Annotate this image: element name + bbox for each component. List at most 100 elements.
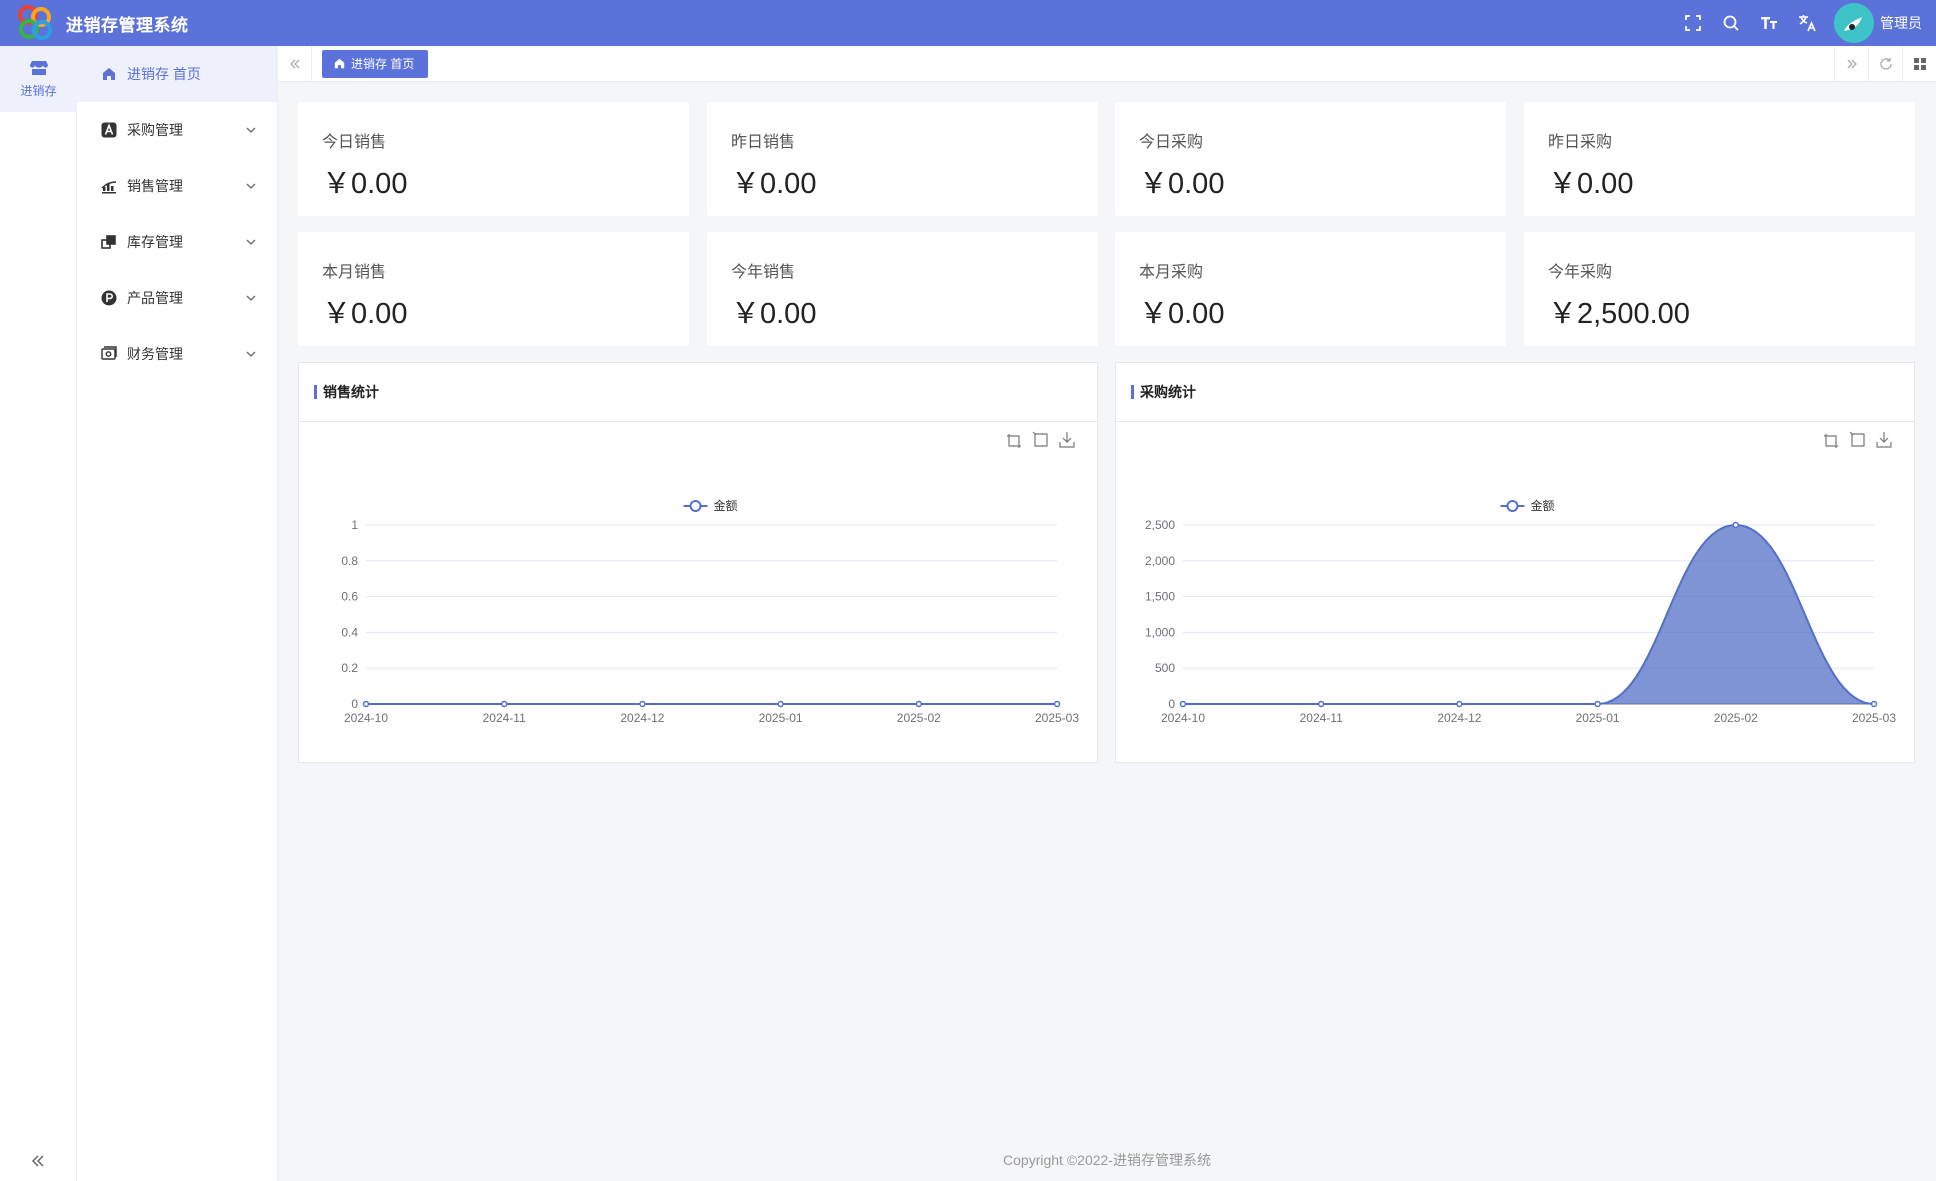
tab-home[interactable]: 进销存 首页 <box>322 49 429 78</box>
scroll-left-icon[interactable] <box>278 45 312 82</box>
menu-item-label: 销售管理 <box>127 178 183 194</box>
stat-value: ￥2,500.00 <box>1548 298 1690 330</box>
data-point <box>639 700 646 708</box>
y-tick-label: 2,000 <box>1145 554 1175 568</box>
panel-title: 采购统计 <box>1140 384 1196 400</box>
data-point <box>1594 700 1601 708</box>
translate-icon[interactable] <box>1796 12 1818 34</box>
purchase-icon <box>101 122 117 138</box>
tab-bar: 进销存 首页 <box>278 45 1936 82</box>
top-header: 进销存管理系统 管理员 <box>0 0 1936 46</box>
chart-toolbox <box>1007 431 1075 448</box>
purchase-chart-panel: 采购统计 金额 0 500 1,000 1,500 2,000 2,500 2024-10 20… <box>1115 362 1915 763</box>
y-tick-label: 1 <box>351 518 358 532</box>
menu-item-purchase[interactable]: 采购管理 <box>77 102 277 158</box>
stat-label: 本月销售 <box>322 264 387 281</box>
data-point <box>1317 700 1325 708</box>
stat-value: ￥0.00 <box>731 298 817 330</box>
menu-item-sales[interactable]: 销售管理 <box>77 158 277 214</box>
stat-label: 今日采购 <box>1139 134 1204 151</box>
collapse-icon[interactable] <box>28 1151 48 1171</box>
fullscreen-icon[interactable] <box>1682 12 1704 34</box>
chart-toolbox <box>1824 431 1892 448</box>
sales-chart[interactable]: 金额 0 0.2 0.4 0.6 0.8 1 2024-10 2024-11 2024-12 202… <box>299 423 1099 763</box>
side-menu: 进销存 首页 采购管理 销售管理 库存管理 产品管理 财务管理 <box>77 46 278 1181</box>
data-point <box>362 700 370 708</box>
stat-label: 今年销售 <box>731 264 796 281</box>
rail-item-jxc[interactable]: 进销存 <box>0 46 77 112</box>
avatar[interactable] <box>1834 3 1874 43</box>
x-tick-label: 2025-03 <box>1035 711 1079 725</box>
x-tick-label: 2024-10 <box>1161 711 1205 725</box>
menu-item-label: 产品管理 <box>127 290 183 306</box>
chart-legend: 金额 <box>1500 498 1555 513</box>
scroll-right-icon[interactable] <box>1834 46 1868 82</box>
panel-title: 销售统计 <box>323 384 379 400</box>
menu-item-label: 采购管理 <box>127 122 183 138</box>
stat-card-year-sales: 今年销售 ￥0.00 <box>707 232 1098 346</box>
data-point <box>1870 700 1878 708</box>
x-tick-label: 2025-02 <box>1714 711 1758 725</box>
search-icon[interactable] <box>1720 12 1742 34</box>
footer-copyright: Copyright ©2022-进销存管理系统 <box>1003 1152 1211 1168</box>
stat-value: ￥0.00 <box>322 168 408 200</box>
menu-item-label: 库存管理 <box>127 234 183 250</box>
refresh-icon[interactable] <box>1868 46 1902 82</box>
legend-label: 金额 <box>1531 498 1555 513</box>
zoom-reset-icon <box>1849 431 1865 447</box>
chevron-down-icon <box>246 351 256 357</box>
stat-card-today-purchase: 今日采购 ￥0.00 <box>1115 102 1506 216</box>
tab-label: 进销存 首页 <box>351 57 415 71</box>
title-accent-bar <box>314 385 317 399</box>
legend-label: 金额 <box>714 498 738 513</box>
y-tick-label: 500 <box>1155 661 1175 675</box>
x-tick-label: 2024-10 <box>344 711 388 725</box>
y-tick-label: 0 <box>351 697 358 711</box>
purchase-chart[interactable]: 金额 0 500 1,000 1,500 2,000 2,500 2024-10 2024-11… <box>1116 423 1916 763</box>
y-tick-label: 0.2 <box>341 661 358 675</box>
menu-item-inventory[interactable]: 库存管理 <box>77 214 277 270</box>
title-accent-bar <box>1131 385 1134 399</box>
stat-label: 今年采购 <box>1548 264 1613 281</box>
stat-value: ￥0.00 <box>1548 168 1634 200</box>
x-tick-label: 2025-02 <box>897 711 941 725</box>
y-tick-label: 0.8 <box>341 554 358 568</box>
y-tick-label: 1,500 <box>1145 590 1175 604</box>
app-logo <box>15 3 55 43</box>
home-icon <box>334 58 345 69</box>
stat-label: 昨日采购 <box>1548 134 1613 151</box>
stat-value: ￥0.00 <box>731 168 817 200</box>
zoom-icon <box>1824 434 1838 448</box>
data-point <box>915 700 923 708</box>
menu-item-label: 进销存 首页 <box>127 66 201 82</box>
stat-value: ￥0.00 <box>1139 168 1225 200</box>
data-point <box>1732 521 1740 529</box>
menu-item-label: 财务管理 <box>127 346 183 362</box>
menu-item-home[interactable]: 进销存 首页 <box>77 46 277 102</box>
y-tick-label: 0.4 <box>341 625 358 639</box>
series-area <box>1183 525 1874 704</box>
module-rail: 进销存 <box>0 46 77 1181</box>
grid-menu-icon[interactable] <box>1902 46 1936 82</box>
stat-card-yesterday-purchase: 昨日采购 ￥0.00 <box>1524 102 1915 216</box>
stat-card-yesterday-sales: 昨日销售 ￥0.00 <box>707 102 1098 216</box>
stat-value: ￥0.00 <box>1139 298 1225 330</box>
user-name[interactable]: 管理员 <box>1880 13 1922 33</box>
legend-marker <box>1506 500 1519 512</box>
x-tick-label: 2024-12 <box>620 711 664 725</box>
stat-card-year-purchase: 今年采购 ￥2,500.00 <box>1524 232 1915 346</box>
chevron-down-icon <box>246 295 256 301</box>
stat-label: 本月采购 <box>1139 264 1204 281</box>
x-tick-label: 2024-11 <box>1300 711 1343 725</box>
menu-item-product[interactable]: 产品管理 <box>77 270 277 326</box>
menu-item-finance[interactable]: 财务管理 <box>77 326 277 382</box>
data-point <box>777 700 784 708</box>
data-point <box>500 700 508 708</box>
font-size-icon[interactable] <box>1758 12 1780 34</box>
x-tick-label: 2024-11 <box>483 711 526 725</box>
stat-value: ￥0.00 <box>322 298 408 330</box>
download-icon-shape <box>1059 432 1075 448</box>
download-icon <box>1059 432 1075 448</box>
zoom-reset-icon <box>1032 431 1048 447</box>
y-tick-label: 0.6 <box>341 590 358 604</box>
